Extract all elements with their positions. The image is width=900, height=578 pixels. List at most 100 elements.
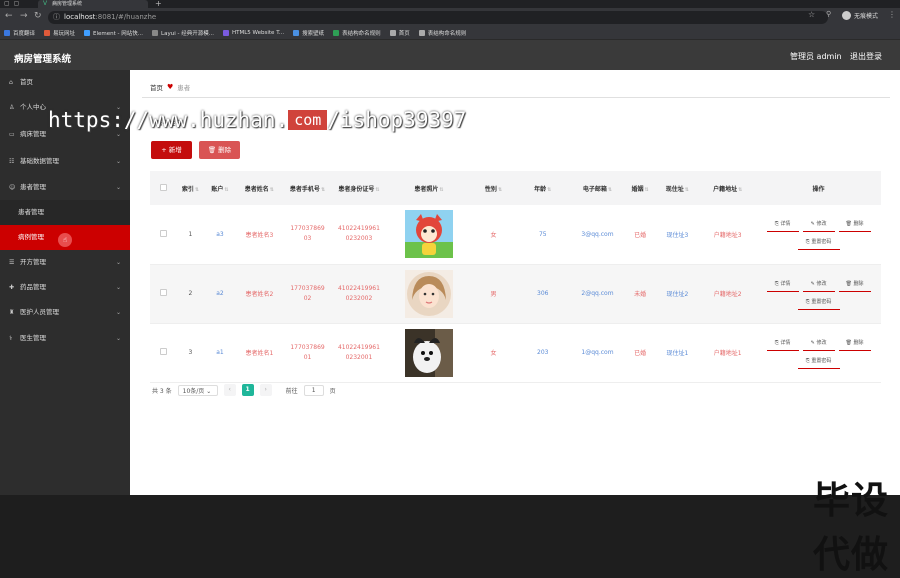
reset-password-button[interactable]: ⎘ 重置密码	[797, 355, 840, 369]
cell-idcard-value: 410224199610232002	[337, 284, 380, 302]
column-header[interactable]: 年龄⇅	[515, 171, 571, 205]
detail-button[interactable]: ⎘ 详情	[766, 337, 799, 351]
edit-button[interactable]: ✎ 修改	[802, 278, 835, 292]
detail-button[interactable]: ⎘ 详情	[766, 278, 799, 292]
column-header[interactable]: 电子邮箱⇅	[570, 171, 625, 205]
column-header[interactable]: 账户⇅	[204, 171, 236, 205]
sort-icon[interactable]: ⇅	[270, 187, 274, 193]
goto-page-input[interactable]: 1	[303, 384, 324, 396]
bookmark-item[interactable]: 表结构命名规则	[333, 29, 381, 37]
sort-icon[interactable]: ⇅	[738, 187, 742, 193]
sort-icon[interactable]: ⇅	[498, 187, 502, 193]
sidebar-item[interactable]: ☷ 基础数据管理 ⌄	[0, 149, 130, 174]
sidebar-item[interactable]: 患者管理	[0, 200, 130, 225]
cell-index-value: 1	[188, 230, 193, 238]
column-header[interactable]: 现住址⇅	[655, 171, 700, 205]
sidebar-item-label: 病例管理	[18, 233, 44, 241]
edit-button[interactable]: ✎ 修改	[802, 218, 835, 233]
browser-tab[interactable]: V 病房管理系统	[38, 0, 148, 8]
sidebar-item[interactable]: 病例管理 ☝	[0, 225, 130, 250]
column-header[interactable]: 患者照片⇅	[386, 171, 472, 205]
sidebar-item[interactable]: ♜ 医护人员管理 ⌄	[0, 300, 130, 325]
cell-phone: 17703786901	[283, 323, 332, 383]
row-delete-button[interactable]: 🗑 删除	[838, 337, 871, 351]
bookmark-item[interactable]: 首页	[389, 29, 410, 37]
overlay-text: 毕设代做	[813, 479, 889, 576]
new-tab-icon[interactable]: +	[155, 0, 162, 8]
sidebar-item[interactable]: ☺ 患者管理 ⌄	[0, 175, 130, 200]
cell-index: 1	[176, 205, 205, 265]
cell-phone-value: 17703786903	[290, 225, 325, 243]
row-select-cell	[150, 205, 177, 265]
sidebar-item[interactable]: ✚ 药品管理 ⌄	[0, 275, 130, 300]
cell-marriage-value: 已婚	[634, 350, 647, 357]
sidebar-item-label: 患者管理	[18, 208, 44, 216]
add-button[interactable]: + 新增	[151, 141, 192, 159]
column-header[interactable]: 户籍地址⇅	[699, 171, 757, 205]
sort-icon[interactable]: ⇅	[195, 187, 199, 193]
bookmark-item[interactable]: 搜索壁纸	[293, 29, 324, 37]
column-header[interactable]: 婚姻⇅	[624, 171, 656, 205]
sort-icon[interactable]: ⇅	[439, 187, 443, 193]
reload-icon[interactable]: ↻	[34, 11, 42, 21]
sort-icon[interactable]: ⇅	[547, 187, 551, 193]
table-row: 3 a1 患者姓名1 17703786901 410224199610232001 女 20…	[150, 323, 881, 383]
bookmark-item[interactable]: Layui - 经典开源模...	[152, 29, 214, 37]
row-select-cell	[150, 323, 177, 383]
sort-icon[interactable]: ⇅	[224, 187, 228, 193]
reset-password-button[interactable]: ⎘ 重置密码	[797, 236, 840, 251]
logout-link[interactable]: 退出登录	[850, 51, 882, 62]
extensions-icon[interactable]: ⚲	[826, 10, 831, 18]
row-delete-button[interactable]: 🗑 删除	[838, 278, 871, 292]
row-delete-button[interactable]: 🗑 删除	[838, 218, 871, 233]
address-bar[interactable]: ⓘ localhost:8081/#/huanzhe	[48, 11, 828, 24]
column-header[interactable]: 患者姓名⇅	[235, 171, 284, 205]
column-header[interactable]: 患者身份证号⇅	[331, 171, 387, 205]
page-number-current[interactable]: 1	[241, 384, 254, 396]
next-page-icon[interactable]: ›	[259, 384, 272, 396]
cell-age: 306	[515, 264, 571, 324]
column-header[interactable]: 患者手机号⇅	[283, 171, 332, 205]
column-header-label: 患者照片	[414, 185, 439, 193]
tab-controls-icon[interactable]: ▢▢	[4, 0, 23, 7]
chevron-down-icon: ⌄	[206, 387, 212, 395]
delete-button[interactable]: 🗑 删除	[199, 141, 240, 159]
back-icon[interactable]: ←	[5, 11, 13, 21]
bookmark-star-icon[interactable]: ☆	[808, 10, 815, 19]
vue-logo-icon: V	[43, 0, 48, 7]
reset-password-button[interactable]: ⎘ 重置密码	[797, 296, 840, 310]
sidebar-item[interactable]: ⌂ 首页	[0, 70, 130, 95]
url-host: localhost	[64, 13, 96, 21]
bookmark-item[interactable]: Element - 网站快...	[84, 29, 143, 37]
bookmark-item[interactable]: HTML5 Website T...	[222, 30, 284, 36]
column-header-label: 性别	[484, 185, 497, 193]
row-checkbox[interactable]	[159, 289, 167, 296]
row-checkbox[interactable]	[159, 348, 167, 355]
cell-gender: 男	[471, 264, 516, 324]
row-delete-icon: 🗑	[845, 339, 854, 346]
bookmark-item[interactable]: 百度翻译	[4, 29, 35, 37]
sort-icon[interactable]: ⇅	[608, 187, 612, 193]
page-size-select[interactable]: 10条/页 ⌄	[177, 384, 218, 396]
bookmark-item[interactable]: 易玩网址	[44, 29, 75, 37]
prev-page-icon[interactable]: ‹	[223, 384, 236, 396]
sidebar-item[interactable]: ⚕ 医生管理 ⌄	[0, 326, 130, 351]
bookmark-item[interactable]: 表结构命名规则	[418, 29, 466, 37]
sort-icon[interactable]: ⇅	[645, 187, 649, 193]
sort-icon[interactable]: ⇅	[685, 187, 689, 193]
column-header[interactable]: 性别⇅	[471, 171, 516, 205]
forward-icon[interactable]: →	[20, 11, 28, 21]
sidebar-item[interactable]: ☰ 开方管理 ⌄	[0, 250, 130, 275]
column-header[interactable]: 索引⇅	[176, 171, 205, 205]
sort-icon[interactable]: ⇅	[375, 187, 379, 193]
edit-button[interactable]: ✎ 修改	[802, 337, 835, 351]
select-all-checkbox[interactable]	[159, 183, 167, 191]
detail-button[interactable]: ⎘ 详情	[766, 218, 799, 233]
browser-menu-icon[interactable]: ⋮	[888, 10, 896, 19]
sort-icon[interactable]: ⇅	[321, 187, 325, 193]
cell-index-value: 3	[188, 349, 193, 356]
row-checkbox[interactable]	[159, 229, 167, 237]
breadcrumb-home[interactable]: 首页	[150, 82, 163, 92]
cell-account-value: a2	[216, 290, 224, 297]
profile-button[interactable]: 无痕模式	[842, 11, 878, 20]
